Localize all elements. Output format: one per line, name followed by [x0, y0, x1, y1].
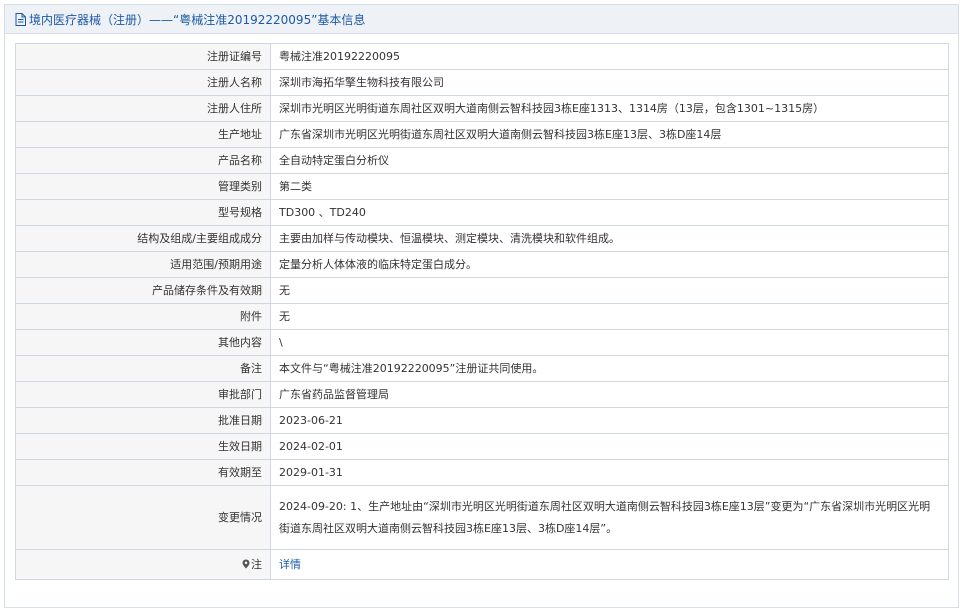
row-value: 本文件与“粤械注准20192220095”注册证共同使用。	[270, 355, 949, 382]
row-value: 广东省药品监督管理局	[270, 381, 949, 408]
row-label: 产品名称	[15, 147, 271, 174]
row-label: 生效日期	[15, 433, 271, 460]
row-label: 生产地址	[15, 121, 271, 148]
row-label: 注册人住所	[15, 95, 271, 122]
table-row: 有效期至 2029-01-31	[15, 459, 949, 486]
panel-header: 境内医疗器械（注册）——“粤械注准20192220095”基本信息	[5, 5, 958, 34]
row-value: 深圳市海拓华擎生物科技有限公司	[270, 69, 949, 96]
note-value-cell: 详情	[270, 549, 949, 580]
details-table-wrapper: 注册证编号 粤械注准20192220095 注册人名称 深圳市海拓华擎生物科技有限公…	[15, 43, 949, 580]
row-label: 其他内容	[15, 329, 271, 356]
row-label: 附件	[15, 303, 271, 330]
table-row: 产品储存条件及有效期无	[15, 277, 949, 304]
row-value: 全自动特定蛋白分析仪	[270, 147, 949, 174]
table-row: 注册人住所 深圳市光明区光明街道东周社区双明大道南侧云智科技园3栋E座1313、1…	[15, 95, 949, 122]
change-row: 变更情况 2024-09-20: 1、生产地址由“深圳市光明区光明街道东周社区双…	[15, 485, 949, 550]
row-label: 审批部门	[15, 381, 271, 408]
row-label: 产品储存条件及有效期	[15, 277, 271, 304]
row-label: 注册人名称	[15, 69, 271, 96]
row-label: 管理类别	[15, 173, 271, 200]
table-row: 适用范围/预期用途 定量分析人体体液的临床特定蛋白成分。	[15, 251, 949, 278]
change-value: 2024-09-20: 1、生产地址由“深圳市光明区光明街道东周社区双明大道南侧…	[270, 485, 949, 550]
table-row: 产品名称 全自动特定蛋白分析仪	[15, 147, 949, 174]
row-label: 注册证编号	[15, 43, 271, 70]
row-value: 广东省深圳市光明区光明街道东周社区双明大道南侧云智科技园3栋E座13层、3栋D座…	[270, 121, 949, 148]
row-value: 定量分析人体体液的临床特定蛋白成分。	[270, 251, 949, 278]
row-value: 主要由加样与传动模块、恒温模块、测定模块、清洗模块和软件组成。	[270, 225, 949, 252]
table-row: 附件无	[15, 303, 949, 330]
table-row: 注册人名称 深圳市海拓华擎生物科技有限公司	[15, 69, 949, 96]
row-label: 适用范围/预期用途	[15, 251, 271, 278]
table-row: 审批部门 广东省药品监督管理局	[15, 381, 949, 408]
table-row: 注册证编号 粤械注准20192220095	[15, 43, 949, 70]
row-value: TD300 、TD240	[270, 199, 949, 226]
row-value: \	[270, 329, 949, 356]
map-pin-icon	[242, 557, 250, 574]
info-panel: 境内医疗器械（注册）——“粤械注准20192220095”基本信息 注册证编号粤…	[4, 4, 959, 608]
row-label: 批准日期	[15, 407, 271, 434]
row-label: 有效期至	[15, 459, 271, 486]
table-row: 批准日期 2023-06-21	[15, 407, 949, 434]
table-row: 其他内容 \	[15, 329, 949, 356]
table-row: 结构及组成/主要组成成分 主要由加样与传动模块、恒温模块、测定模块、清洗模块和软件…	[15, 225, 949, 252]
change-label: 变更情况	[15, 485, 271, 550]
details-link[interactable]: 详情	[279, 558, 301, 571]
row-value: 无	[270, 277, 949, 304]
row-value: 2023-06-21	[270, 407, 949, 434]
document-icon	[15, 12, 27, 26]
row-value: 无	[270, 303, 949, 330]
row-value: 2029-01-31	[270, 459, 949, 486]
row-label: 型号规格	[15, 199, 271, 226]
row-value: 第二类	[270, 173, 949, 200]
row-value: 2024-02-01	[270, 433, 949, 460]
row-value: 粤械注准20192220095	[270, 43, 949, 70]
row-value: 深圳市光明区光明街道东周社区双明大道南侧云智科技园3栋E座1313、1314房（…	[270, 95, 949, 122]
note-row: 注 详情	[15, 549, 949, 580]
table-row: 生效日期 2024-02-01	[15, 433, 949, 460]
row-label: 结构及组成/主要组成成分	[15, 225, 271, 252]
table-row: 生产地址 广东省深圳市光明区光明街道东周社区双明大道南侧云智科技园3栋E座13层、…	[15, 121, 949, 148]
page-title: 境内医疗器械（注册）——“粤械注准20192220095”基本信息	[29, 12, 366, 27]
note-label-cell: 注	[15, 549, 271, 580]
details-table: 注册证编号 粤械注准20192220095 注册人名称 深圳市海拓华擎生物科技有限公…	[15, 43, 949, 580]
row-label: 备注	[15, 355, 271, 382]
table-row: 备注 本文件与“粤械注准20192220095”注册证共同使用。	[15, 355, 949, 382]
note-label: 注	[251, 557, 262, 571]
table-row: 管理类别 第二类	[15, 173, 949, 200]
table-row: 型号规格 TD300 、TD240	[15, 199, 949, 226]
